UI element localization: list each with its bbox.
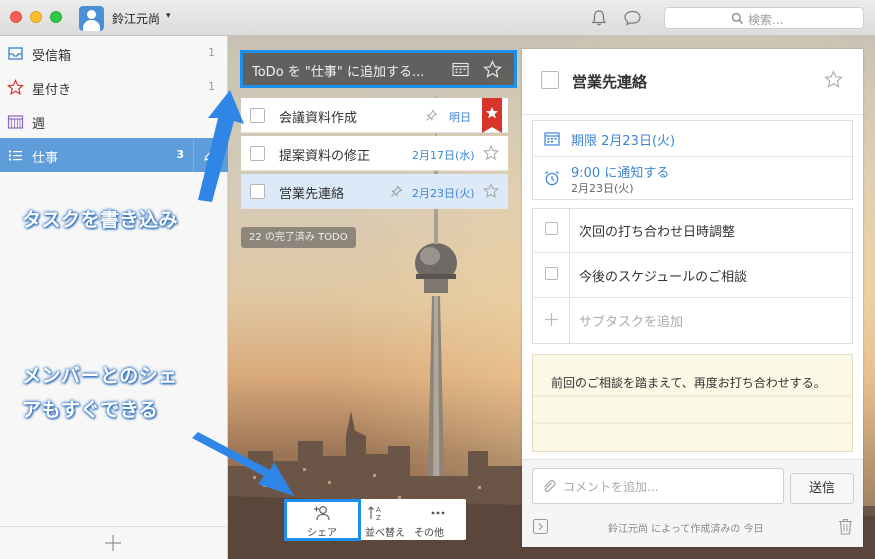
trash-icon[interactable]: [838, 518, 853, 535]
add-todo-placeholder: ToDo を "仕事" に追加する...: [252, 65, 425, 80]
sidebar-item-inbox[interactable]: 受信箱 1: [0, 36, 228, 70]
subtask-row[interactable]: 今後のスケジュールのご相談: [533, 254, 852, 298]
add-todo-input[interactable]: ToDo を "仕事" に追加する...: [240, 50, 517, 88]
sidebar-item-label: 受信箱: [32, 49, 72, 64]
add-list-icon[interactable]: [103, 533, 123, 553]
close-window-button[interactable]: [10, 11, 22, 23]
subtask-title: 今後のスケジュールのご相談: [579, 270, 748, 285]
star-icon[interactable]: [824, 70, 843, 89]
subtasks-box: 次回の打ち合わせ日時調整 今後のスケジュールのご相談 サブタスクを追加: [532, 208, 853, 344]
task-detail-panel: 営業先連絡 期限 2月23日(火) 9:00 に通知する 2月23日(火) 次回…: [522, 49, 863, 547]
task-due-date: 明日: [449, 111, 471, 124]
detail-title[interactable]: 営業先連絡: [572, 71, 647, 92]
star-icon[interactable]: [483, 60, 502, 79]
collapse-panel-icon[interactable]: [533, 519, 548, 534]
sidebar-item-count: 1: [208, 46, 215, 59]
completed-todos-button[interactable]: 22 の完了済み TODO: [241, 227, 356, 248]
due-date-row[interactable]: 期限 2月23日(火): [533, 121, 852, 157]
sidebar-item-label: 週: [32, 117, 46, 132]
star-icon[interactable]: [483, 145, 499, 161]
annotation-share-line2: アもすぐできる: [22, 399, 159, 421]
bell-icon[interactable]: [590, 9, 608, 27]
task-due-date: 2月17日(水): [412, 149, 475, 162]
minimize-window-button[interactable]: [30, 11, 42, 23]
chevron-down-icon[interactable]: ▾: [166, 11, 171, 21]
comment-area: コメントを追加... 送信 鈴江元尚 によって作成済みの 今日: [522, 459, 863, 547]
zoom-window-button[interactable]: [50, 11, 62, 23]
subtask-row[interactable]: 次回の打ち合わせ日時調整: [533, 209, 852, 253]
date-reminder-box: 期限 2月23日(火) 9:00 に通知する 2月23日(火): [532, 120, 853, 200]
task-row[interactable]: 提案資料の修正 2月17日(水): [241, 136, 508, 171]
sidebar-item-count: 3: [176, 148, 184, 161]
share-highlight-frame: [284, 499, 361, 541]
subtask-title: 次回の打ち合わせ日時調整: [579, 225, 736, 240]
chat-icon[interactable]: [623, 9, 642, 27]
avatar[interactable]: [79, 6, 104, 31]
inbox-icon: [8, 47, 23, 60]
more-dots-icon: [431, 511, 445, 515]
note-text: 前回のご相談を踏まえて、再度お打ち合わせする。: [551, 376, 826, 390]
note-area[interactable]: 前回のご相談を踏まえて、再度お打ち合わせする。: [532, 354, 853, 452]
annotation-share-line1: メンバーとのシェ: [22, 365, 178, 387]
task-row[interactable]: 営業先連絡 2月23日(火): [241, 174, 508, 209]
comment-placeholder: コメントを追加...: [563, 480, 659, 494]
reminder-date: 2月23日(火): [571, 182, 634, 195]
calendar-week-icon: [7, 115, 24, 129]
more-button[interactable]: その他: [413, 499, 466, 540]
plus-icon: [545, 313, 558, 326]
paperclip-icon[interactable]: [541, 479, 557, 495]
search-icon: [731, 12, 743, 24]
add-subtask-input[interactable]: サブタスクを追加: [533, 299, 852, 343]
annotation-write-task: タスクを書き込み: [22, 209, 179, 231]
arrow-annotation: [192, 432, 294, 496]
detail-checkbox[interactable]: [541, 71, 559, 89]
sidebar-item-label: 仕事: [32, 151, 59, 166]
title-bar: 鈴江元尚 ▾ 検索...: [0, 0, 875, 36]
created-by-text: 鈴江元尚 によって作成済みの 今日: [608, 524, 764, 535]
sort-az-icon: A Z: [368, 506, 381, 522]
sort-label: 並べ替え: [365, 528, 405, 539]
task-checkbox[interactable]: [250, 184, 265, 199]
user-name[interactable]: 鈴江元尚: [112, 10, 160, 27]
detail-header: 営業先連絡: [522, 49, 863, 115]
more-label: その他: [414, 528, 444, 539]
sort-button[interactable]: A Z 並べ替え: [361, 499, 413, 540]
task-title: 会議資料作成: [279, 111, 358, 126]
comment-input[interactable]: コメントを追加...: [532, 468, 784, 504]
reminder-row[interactable]: 9:00 に通知する 2月23日(火): [533, 157, 852, 199]
calendar-icon[interactable]: [452, 62, 469, 77]
due-date-text: 期限 2月23日(火): [571, 134, 676, 149]
pin-icon: [391, 185, 403, 197]
subtask-checkbox[interactable]: [545, 267, 558, 280]
subtask-checkbox[interactable]: [545, 222, 558, 235]
arrow-annotation: [198, 90, 244, 202]
task-row[interactable]: 会議資料作成 明日: [241, 98, 508, 133]
starred-ribbon-icon[interactable]: [482, 98, 502, 133]
add-subtask-placeholder: サブタスクを追加: [579, 315, 684, 330]
task-checkbox[interactable]: [250, 146, 265, 161]
task-due-date: 2月23日(火): [412, 187, 475, 200]
task-checkbox[interactable]: [250, 108, 265, 123]
svg-text:Z: Z: [376, 514, 381, 522]
sidebar-item-label: 星付き: [32, 83, 72, 98]
calendar-icon: [544, 132, 560, 146]
star-icon: [7, 79, 24, 96]
star-icon[interactable]: [483, 183, 499, 199]
task-title: 営業先連絡: [279, 187, 345, 202]
send-button[interactable]: 送信: [790, 473, 854, 504]
reminder-text: 9:00 に通知する: [571, 166, 670, 181]
list-icon: [9, 150, 22, 161]
alarm-clock-icon: [545, 171, 559, 186]
sidebar-footer: [0, 526, 228, 559]
search-input[interactable]: 検索...: [664, 7, 864, 29]
search-placeholder: 検索...: [748, 13, 784, 27]
pin-icon: [426, 109, 438, 121]
svg-text:A: A: [376, 506, 381, 514]
task-title: 提案資料の修正: [279, 149, 371, 164]
